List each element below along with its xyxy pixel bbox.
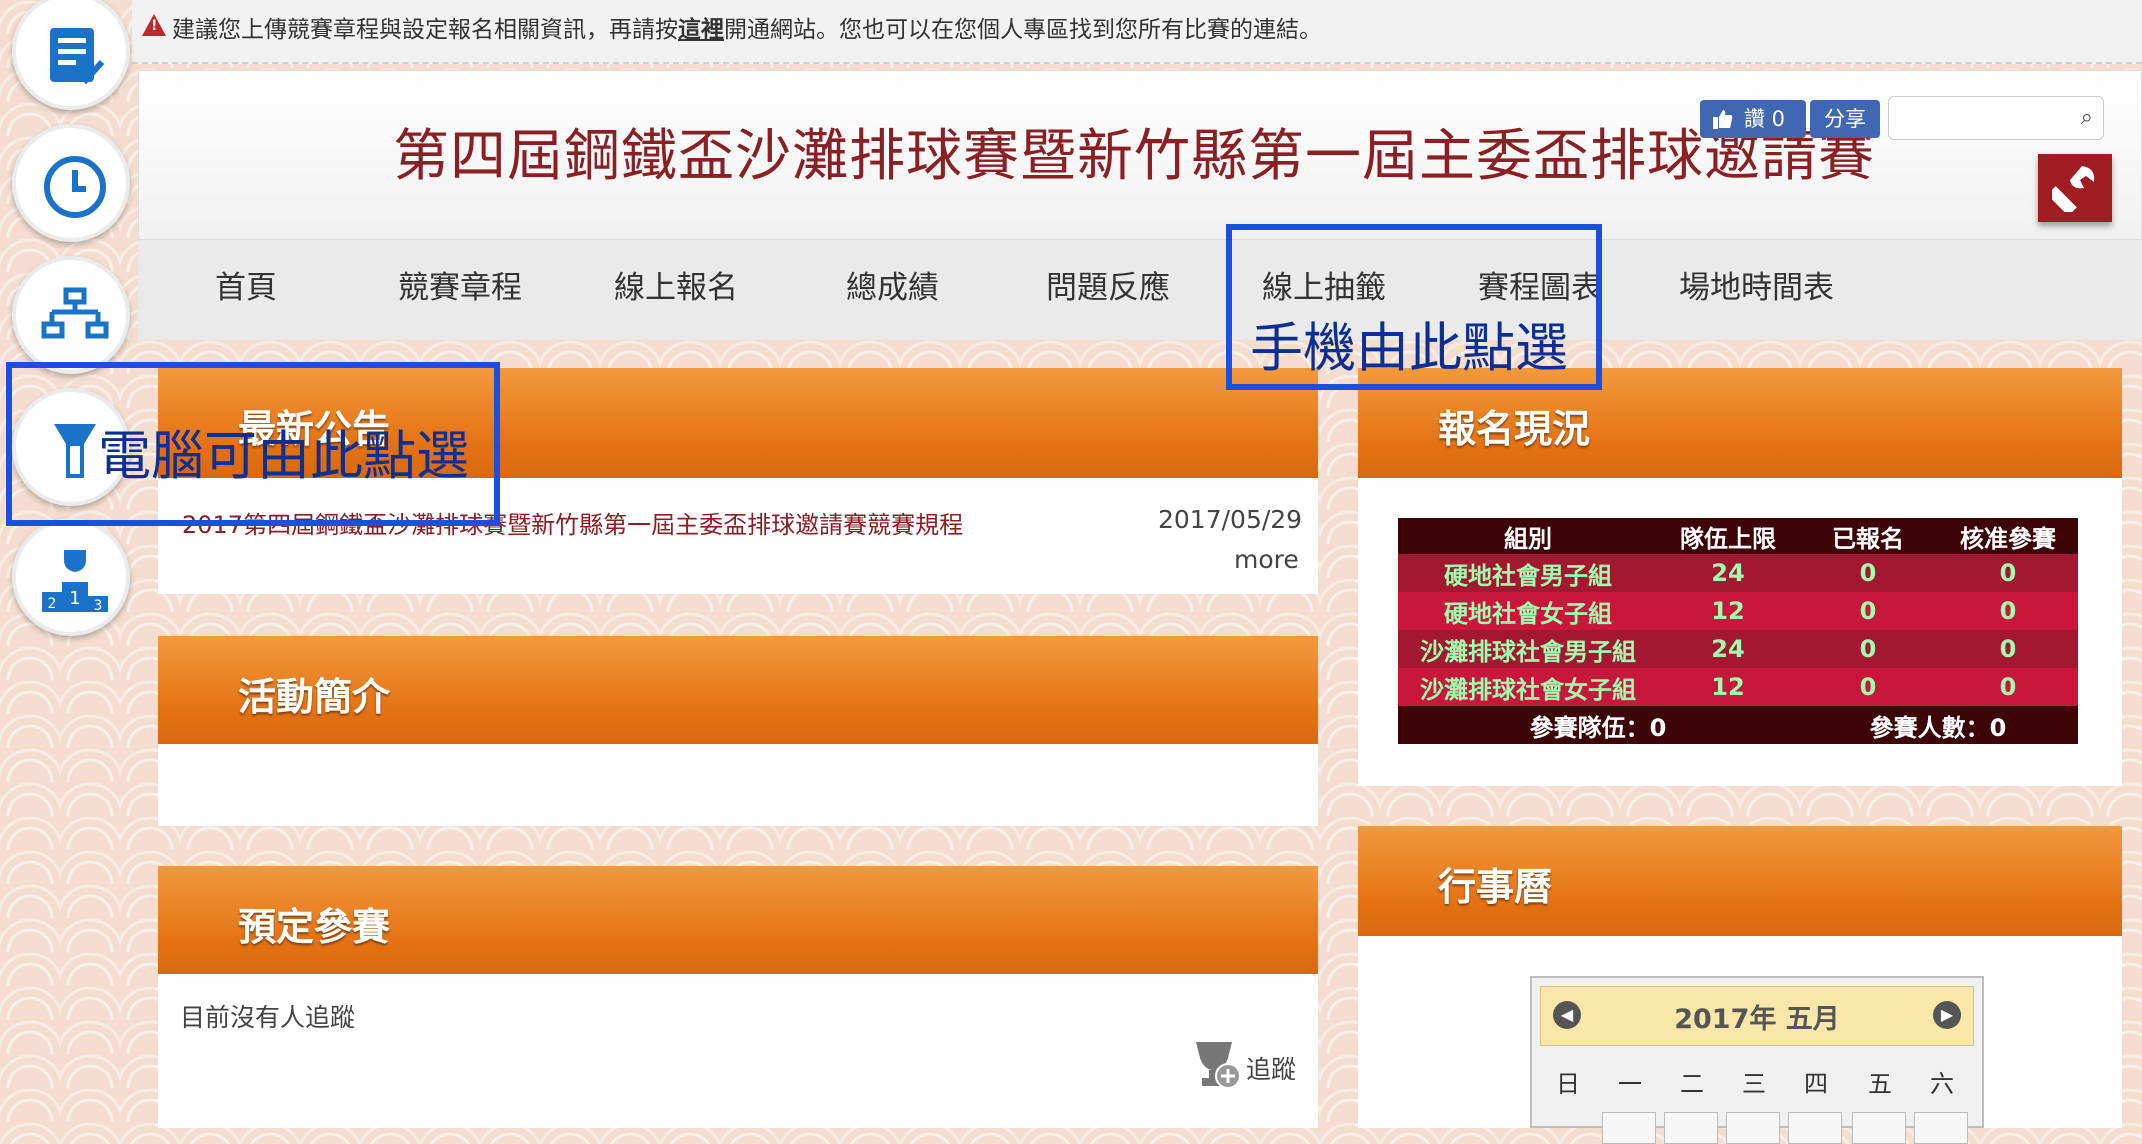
weekday-sun: 日	[1556, 1070, 1580, 1098]
team-limit: 24	[1658, 630, 1798, 668]
intro-panel: 活動簡介	[158, 636, 1318, 826]
follow-button[interactable]: 追蹤	[1190, 1040, 1300, 1090]
svg-text:1: 1	[69, 588, 80, 609]
team-limit: 12	[1658, 592, 1798, 630]
podium-button[interactable]: 1 2 3	[12, 518, 130, 636]
table-row: 沙灘排球社會男子組 24 0 0	[1398, 630, 2078, 668]
team-limit: 12	[1658, 668, 1798, 706]
nav-feedback[interactable]: 問題反應	[1046, 262, 1170, 307]
svg-text:2: 2	[48, 596, 57, 612]
table-row: 沙灘排球社會女子組 12 0 0	[1398, 668, 2078, 706]
col-group: 組別	[1398, 518, 1658, 554]
thumbs-up-icon	[1713, 110, 1733, 129]
calendar-day-cell[interactable]	[1602, 1112, 1656, 1144]
weekday-thu: 四	[1804, 1070, 1828, 1098]
weekday-tue: 二	[1680, 1070, 1704, 1098]
facebook-share-button[interactable]: 分享	[1810, 100, 1880, 138]
nav-home[interactable]: 首頁	[215, 262, 277, 307]
warning-icon: !	[142, 14, 166, 36]
mobile-annotation-text: 手機由此點選	[1250, 318, 1568, 379]
total-players: 參賽人數：0	[1798, 706, 2078, 744]
registration-table: 組別 隊伍上限 已報名 核准參賽 硬地社會男子組 24 0 0 硬地社會女子組 …	[1398, 518, 2078, 744]
follow-panel-title: 預定參賽	[238, 905, 391, 949]
registered-count: 0	[1798, 668, 1938, 706]
group-name: 硬地社會男子組	[1398, 554, 1658, 592]
calendar-day-cell[interactable]	[1914, 1112, 1968, 1144]
intro-panel-title: 活動簡介	[238, 675, 391, 719]
schedule-list-icon	[50, 28, 105, 85]
podium-icon: 1 2 3	[42, 550, 108, 614]
registered-count: 0	[1798, 554, 1938, 592]
nav-venue-timetable[interactable]: 場地時間表	[1679, 262, 1834, 307]
registered-count: 0	[1798, 592, 1938, 630]
follow-label: 追蹤	[1246, 1055, 1297, 1084]
nav-online-registration[interactable]: 線上報名	[614, 262, 738, 307]
news-more-link[interactable]: more	[1234, 545, 1299, 574]
weekday-sat: 六	[1930, 1070, 1954, 1098]
nav-overall-results[interactable]: 總成績	[846, 262, 939, 307]
registered-count: 0	[1798, 630, 1938, 668]
weekday-fri: 五	[1868, 1070, 1892, 1098]
table-row: 硬地社會女子組 12 0 0	[1398, 592, 2078, 630]
weekday-wed: 三	[1742, 1070, 1766, 1098]
follow-panel: 預定參賽	[158, 866, 1318, 1128]
registration-totals-row: 參賽隊伍：0 參賽人數：0	[1398, 706, 2078, 744]
registration-panel-title: 報名現況	[1438, 407, 1591, 451]
col-registered: 已報名	[1798, 518, 1938, 554]
clock-button[interactable]	[12, 124, 130, 242]
approved-count: 0	[1938, 554, 2078, 592]
notice-text-after: 開通網站。您也可以在您個人專區找到您所有比賽的連結。	[724, 17, 1322, 43]
facebook-like-label: 讚 0	[1744, 107, 1786, 131]
group-name: 沙灘排球社會女子組	[1398, 668, 1658, 706]
calendar-widget: ◀ 2017年 五月 ▶ 日 一 二 三 四 五 六	[1530, 976, 1984, 1144]
calendar-day-cell[interactable]	[1664, 1112, 1718, 1144]
table-row: 硬地社會男子組 24 0 0	[1398, 554, 2078, 592]
search-input[interactable]	[1897, 99, 2071, 139]
calendar-day-cell[interactable]	[1726, 1112, 1780, 1144]
notice-activate-link[interactable]: 這裡	[678, 17, 724, 43]
clock-icon	[44, 156, 106, 218]
total-teams: 參賽隊伍：0	[1398, 706, 1798, 744]
calendar-panel-header: 行事曆	[1358, 826, 2122, 936]
site-notice-bar: ! 建議您上傳競賽章程與設定報名相關資訊，再請按這裡開通網站。您也可以在您個人專…	[132, 0, 2142, 64]
news-item-date: 2017/05/29	[1158, 505, 1303, 534]
calendar-month-label: 2017年 五月	[1674, 1004, 1840, 1035]
group-name: 沙灘排球社會男子組	[1398, 630, 1658, 668]
bracket-icon	[41, 287, 109, 339]
calendar-header: ◀ 2017年 五月 ▶	[1540, 986, 1974, 1046]
calendar-day-cell[interactable]	[1852, 1112, 1906, 1144]
admin-settings-button[interactable]	[2038, 154, 2112, 222]
site-search-box: ⌕	[1888, 96, 2104, 140]
facebook-like-button[interactable]: 讚 0	[1700, 100, 1806, 138]
trophy-add-icon	[1196, 1042, 1241, 1089]
follow-panel-header: 預定參賽	[158, 866, 1318, 974]
notice-text: 建議您上傳競賽章程與設定報名相關資訊，再請按這裡開通網站。您也可以在您個人專區找…	[172, 10, 1322, 44]
intro-panel-header: 活動簡介	[158, 636, 1318, 744]
main-nav: 首頁 競賽章程 線上報名 總成績 問題反應 線上抽籤 賽程圖表 場地時間表	[138, 240, 2142, 340]
approved-count: 0	[1938, 630, 2078, 668]
group-name: 硬地社會女子組	[1398, 592, 1658, 630]
approved-count: 0	[1938, 592, 2078, 630]
col-approved: 核准參賽	[1938, 518, 2078, 554]
left-icon-rail: 1 2 3	[0, 0, 140, 1128]
svg-text:3: 3	[94, 598, 103, 614]
nav-rules[interactable]: 競賽章程	[398, 262, 522, 307]
notice-text-before: 建議您上傳競賽章程與設定報名相關資訊，再請按	[172, 17, 678, 43]
registration-table-header: 組別 隊伍上限 已報名 核准參賽	[1398, 518, 2078, 554]
bracket-button[interactable]	[12, 256, 130, 374]
calendar-panel-title: 行事曆	[1438, 865, 1553, 909]
desktop-annotation-text: 電腦可由此點選	[98, 426, 469, 487]
search-icon[interactable]: ⌕	[2081, 105, 2093, 130]
wrench-icon	[2052, 166, 2095, 212]
weekday-mon: 一	[1618, 1070, 1642, 1098]
site-header: 第四屆鋼鐵盃沙灘排球賽暨新竹縣第一屆主委盃排球邀請賽	[138, 70, 2142, 240]
calendar-day-cell[interactable]	[1788, 1112, 1842, 1144]
next-month-icon[interactable]: ▶	[1933, 1001, 1961, 1029]
schedule-list-button[interactable]	[12, 0, 130, 110]
col-team-limit: 隊伍上限	[1658, 518, 1798, 554]
team-limit: 24	[1658, 554, 1798, 592]
approved-count: 0	[1938, 668, 2078, 706]
follow-empty-text: 目前沒有人追蹤	[180, 1003, 356, 1032]
